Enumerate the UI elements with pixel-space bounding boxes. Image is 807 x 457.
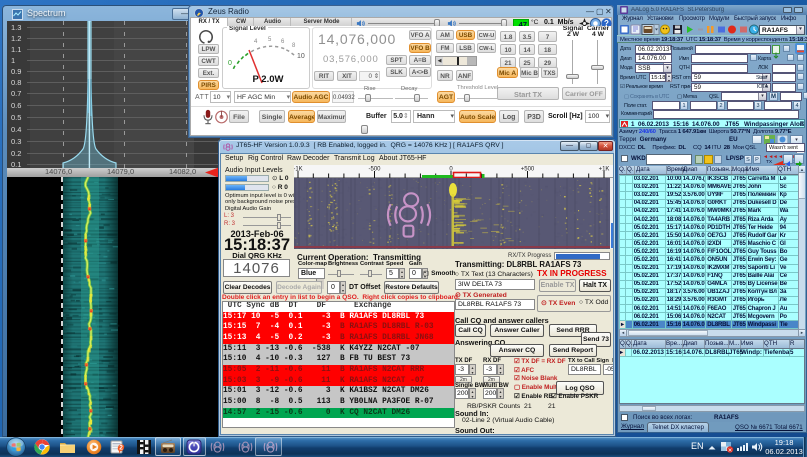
svg-text:0: 0 xyxy=(228,60,232,67)
svg-text:1.3: 1.3 xyxy=(11,23,21,32)
svg-text:0.2: 0.2 xyxy=(11,149,21,158)
svg-text:+500: +500 xyxy=(521,167,535,173)
svg-text:4: 4 xyxy=(254,39,258,45)
svg-text:1: 1 xyxy=(11,56,15,65)
svg-text:0.3: 0.3 xyxy=(11,137,21,146)
svg-text:0: 0 xyxy=(449,167,453,173)
svg-text:0.6: 0.6 xyxy=(11,101,21,110)
svg-text:0.4: 0.4 xyxy=(11,125,21,134)
svg-text:-1K: -1K xyxy=(294,167,303,173)
svg-text:1.1: 1.1 xyxy=(11,45,21,54)
svg-text:0.9: 0.9 xyxy=(11,67,21,76)
svg-text:2: 2 xyxy=(119,445,123,452)
svg-text:5: 5 xyxy=(268,37,272,43)
svg-text:P 2.0W: P 2.0W xyxy=(253,74,284,85)
svg-text:1.2: 1.2 xyxy=(11,34,21,43)
svg-text:6: 6 xyxy=(281,39,285,45)
svg-text:0.5: 0.5 xyxy=(11,113,21,122)
svg-text:✕: ✕ xyxy=(728,448,733,453)
svg-text:0.7: 0.7 xyxy=(11,89,21,98)
svg-text:10: 10 xyxy=(297,53,305,60)
svg-text:8: 8 xyxy=(292,43,296,49)
svg-text:+1K: +1K xyxy=(599,167,610,173)
svg-text:0.8: 0.8 xyxy=(11,78,21,87)
svg-text:-500: -500 xyxy=(368,167,381,173)
